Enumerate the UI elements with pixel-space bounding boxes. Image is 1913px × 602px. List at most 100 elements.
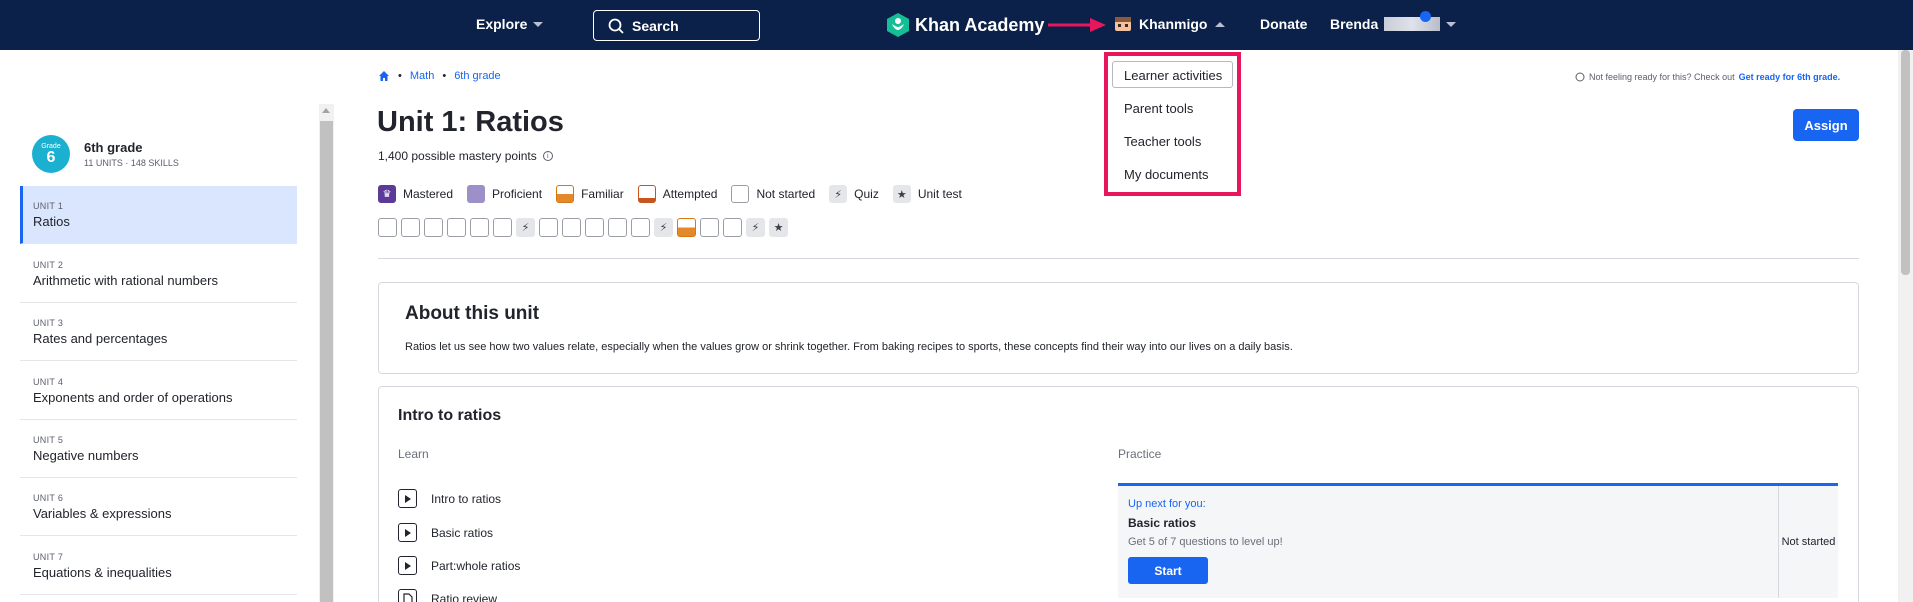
- grade-header[interactable]: Grade 6 6th grade 11 UNITS · 148 SKILLS: [32, 135, 179, 173]
- menu-item-parent-tools[interactable]: Parent tools: [1124, 101, 1193, 116]
- lesson-card-intro-to-ratios: Intro to ratios Learn Practice Intro to …: [378, 386, 1859, 602]
- legend-proficient: Proficient: [467, 185, 542, 203]
- explore-label: Explore: [476, 16, 528, 32]
- skill-square[interactable]: [424, 218, 443, 237]
- learn-item-label: Intro to ratios: [431, 491, 502, 506]
- khan-academy-logo[interactable]: Khan Academy: [887, 13, 1044, 37]
- skill-square[interactable]: [493, 218, 512, 237]
- skill-square-familiar[interactable]: [677, 218, 696, 237]
- home-icon[interactable]: [378, 70, 390, 82]
- sidebar-unit-6[interactable]: UNIT 6 Variables & expressions: [20, 478, 297, 536]
- sidebar-unit-4[interactable]: UNIT 4 Exponents and order of operations: [20, 362, 297, 420]
- start-button[interactable]: Start: [1128, 557, 1208, 584]
- lightning-icon: ⚡: [829, 185, 848, 203]
- page-scroll-thumb[interactable]: [1901, 50, 1910, 275]
- about-text: Ratios let us see how two values relate,…: [405, 341, 1293, 353]
- chevron-up-icon: [1215, 21, 1226, 27]
- unit-name: Ratios: [33, 214, 70, 229]
- skill-square[interactable]: [631, 218, 650, 237]
- skill-square[interactable]: [700, 218, 719, 237]
- learn-item-article[interactable]: Ratio review: [398, 589, 497, 602]
- quiz-lightning-icon[interactable]: ⚡: [654, 218, 673, 237]
- quiz-lightning-icon[interactable]: ⚡: [516, 218, 535, 237]
- breadcrumb-math[interactable]: Math: [410, 70, 434, 82]
- khanmigo-icon: [1115, 17, 1131, 31]
- play-icon: [398, 523, 417, 542]
- user-menu[interactable]: Brenda: [1330, 16, 1457, 32]
- page-scrollbar[interactable]: [1898, 50, 1913, 602]
- search-button[interactable]: Search: [593, 10, 760, 41]
- unit-name: Equations & inequalities: [33, 565, 172, 580]
- legend-label: Proficient: [492, 187, 543, 201]
- search-icon: [608, 18, 624, 34]
- practice-heading: Practice: [1118, 447, 1162, 461]
- skill-square[interactable]: [539, 218, 558, 237]
- practice-card: Up next for you: Basic ratios Get 5 of 7…: [1118, 483, 1838, 598]
- legend-familiar: Familiar: [556, 185, 624, 203]
- unit-name: Exponents and order of operations: [33, 390, 233, 405]
- get-ready-link[interactable]: Get ready for 6th grade.: [1739, 72, 1841, 82]
- sidebar-unit-1[interactable]: UNIT 1 Ratios: [20, 186, 297, 244]
- legend-label: Quiz: [854, 187, 879, 201]
- ready-text: Not feeling ready for this? Check out: [1589, 72, 1735, 82]
- play-icon: [398, 489, 417, 508]
- unit-name: Negative numbers: [33, 448, 139, 463]
- menu-item-my-documents[interactable]: My documents: [1124, 167, 1209, 182]
- learn-item-label: Ratio review: [431, 591, 498, 602]
- skill-square[interactable]: [723, 218, 742, 237]
- chevron-down-icon: [533, 21, 544, 27]
- unit-name: Variables & expressions: [33, 506, 172, 521]
- sidebar-unit-3[interactable]: UNIT 3 Rates and percentages: [20, 303, 297, 361]
- explore-menu[interactable]: Explore: [476, 16, 544, 32]
- practice-status: Not started: [1778, 486, 1838, 598]
- grade-subtitle: 11 UNITS · 148 SKILLS: [84, 158, 179, 168]
- skill-square[interactable]: [608, 218, 627, 237]
- unit-test-star-icon[interactable]: ★: [769, 218, 788, 237]
- practice-title[interactable]: Basic ratios: [1128, 516, 1196, 530]
- brand-name: Khan Academy: [915, 14, 1045, 35]
- hand-icon: [1575, 72, 1585, 82]
- skill-square[interactable]: [470, 218, 489, 237]
- crown-icon: ♛: [378, 185, 396, 203]
- menu-item-teacher-tools[interactable]: Teacher tools: [1124, 134, 1201, 149]
- legend-not-started: Not started: [731, 185, 815, 203]
- learn-item-video[interactable]: Intro to ratios: [398, 489, 501, 508]
- learn-item-video[interactable]: Basic ratios: [398, 523, 493, 542]
- donate-link[interactable]: Donate: [1260, 16, 1307, 32]
- skill-square[interactable]: [378, 218, 397, 237]
- unit-label: UNIT 1: [33, 201, 64, 211]
- unit-label: UNIT 2: [33, 260, 64, 270]
- skill-square[interactable]: [401, 218, 420, 237]
- scroll-up-arrow-icon[interactable]: [322, 108, 330, 113]
- sidebar-unit-7[interactable]: UNIT 7 Equations & inequalities: [20, 537, 297, 595]
- red-arrow-annotation: [1048, 18, 1106, 32]
- not-started-swatch: [731, 185, 750, 203]
- sidebar-scrollbar[interactable]: [319, 104, 334, 602]
- info-icon[interactable]: i: [542, 151, 553, 161]
- assign-button[interactable]: Assign: [1793, 109, 1859, 141]
- play-icon: [398, 556, 417, 575]
- legend-mastered: ♛ Mastered: [378, 185, 453, 203]
- khanmigo-menu[interactable]: Khanmigo: [1115, 16, 1226, 32]
- lesson-title[interactable]: Intro to ratios: [398, 407, 501, 425]
- breadcrumb-6th-grade[interactable]: 6th grade: [454, 70, 500, 82]
- grade-title: 6th grade: [84, 140, 143, 155]
- chevron-down-icon: [1446, 21, 1457, 27]
- unit-label: UNIT 3: [33, 318, 64, 328]
- skill-square[interactable]: [562, 218, 581, 237]
- search-label: Search: [632, 17, 679, 34]
- mastery-legend: ♛ Mastered Proficient Familiar Attempted…: [378, 185, 976, 203]
- sidebar-scroll-thumb[interactable]: [320, 121, 333, 602]
- sidebar-unit-5[interactable]: UNIT 5 Negative numbers: [20, 420, 297, 478]
- skill-square[interactable]: [447, 218, 466, 237]
- attempted-swatch: [637, 185, 656, 203]
- unit-label: UNIT 5: [33, 435, 64, 445]
- sidebar-unit-2[interactable]: UNIT 2 Arithmetic with rational numbers: [20, 245, 297, 303]
- learn-item-video[interactable]: Part:whole ratios: [398, 556, 520, 575]
- about-title: About this unit: [405, 303, 540, 324]
- quiz-lightning-icon[interactable]: ⚡: [746, 218, 765, 237]
- practice-subtitle: Get 5 of 7 questions to level up!: [1128, 536, 1283, 548]
- mastery-points: 1,400 possible mastery points i: [378, 149, 553, 163]
- menu-item-learner-activities[interactable]: Learner activities: [1124, 68, 1222, 83]
- skill-square[interactable]: [585, 218, 604, 237]
